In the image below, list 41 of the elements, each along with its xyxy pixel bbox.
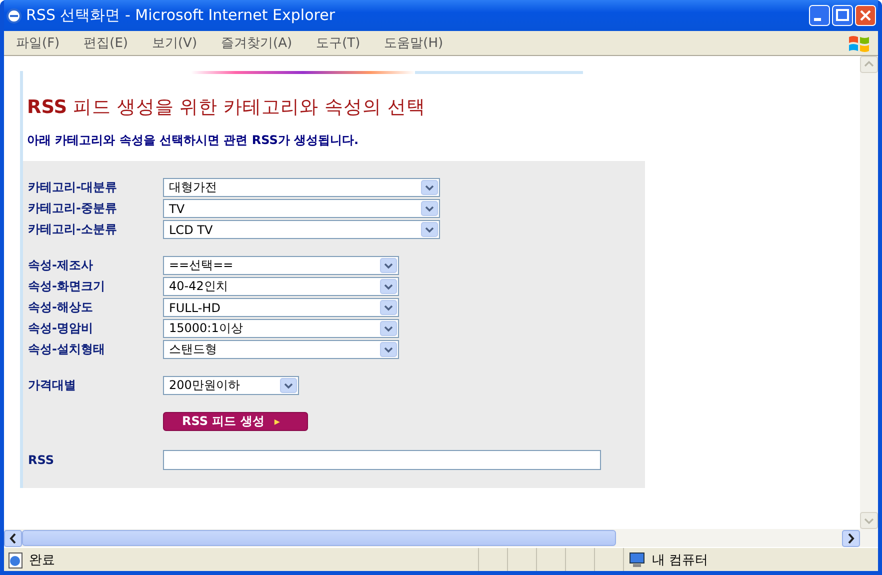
menu-item[interactable]: 편집(E) <box>84 34 128 52</box>
dropdown-field[interactable]: 40-42인치 <box>163 277 399 296</box>
dropdown-field[interactable]: LCD TV <box>163 220 440 239</box>
windows-flag-icon <box>846 33 872 53</box>
field-label: 속성-제조사 <box>28 257 94 274</box>
menu-item[interactable]: 보기(V) <box>152 34 198 52</box>
window-title: RSS 선택화면 - Microsoft Internet Explorer <box>26 6 336 25</box>
browser-icon <box>6 8 22 24</box>
maximize-button[interactable] <box>832 5 853 26</box>
field-label: 속성-명암비 <box>28 320 94 337</box>
scrollbar-thumb[interactable] <box>22 530 616 546</box>
horizontal-scrollbar[interactable] <box>4 529 878 547</box>
page-heading: RSS 피드 생성을 위한 카테고리와 속성의 선택 <box>27 96 426 119</box>
menu-item[interactable]: 도구(T) <box>316 34 360 52</box>
field-label: 카테고리-소분류 <box>28 221 118 238</box>
menu-item[interactable]: 도움말(H) <box>384 34 444 52</box>
rss-url-field[interactable] <box>163 450 601 470</box>
dropdown-field[interactable]: TV <box>163 199 440 218</box>
page-subtitle: 아래 카테고리와 속성을 선택하시면 관련 RSS가 생성됩니다. <box>27 132 360 149</box>
generate-rss-button[interactable]: RSS 피드 생성 ▸ <box>163 412 308 431</box>
zone-text: 내 컴퓨터 <box>652 552 708 568</box>
menu-item[interactable]: 즐겨찾기(A) <box>221 34 292 52</box>
field-label: 속성-설치형태 <box>28 341 106 358</box>
computer-icon <box>628 552 646 568</box>
dropdown-field[interactable]: FULL-HD <box>163 298 399 317</box>
page-icon <box>7 550 25 568</box>
field-label: 카테고리-대분류 <box>28 179 118 196</box>
field-label: 가격대별 <box>28 377 77 394</box>
status-text: 완료 <box>29 552 56 568</box>
field-label: 카테고리-중분류 <box>28 200 118 217</box>
dropdown-field[interactable]: 200만원이하 <box>163 376 299 395</box>
dropdown-field[interactable]: ==선택== <box>163 256 399 275</box>
dropdown-field[interactable]: 대형가전 <box>163 178 440 197</box>
menu-item[interactable]: 파일(F) <box>16 34 60 52</box>
dropdown-field[interactable]: 15000:1이상 <box>163 319 399 338</box>
close-button[interactable] <box>855 5 876 26</box>
field-label: 속성-화면크기 <box>28 278 106 295</box>
field-label: 속성-해상도 <box>28 299 94 316</box>
dropdown-field[interactable]: 스탠드형 <box>163 340 399 359</box>
field-label: RSS <box>28 453 55 467</box>
minimize-button[interactable] <box>809 5 830 26</box>
